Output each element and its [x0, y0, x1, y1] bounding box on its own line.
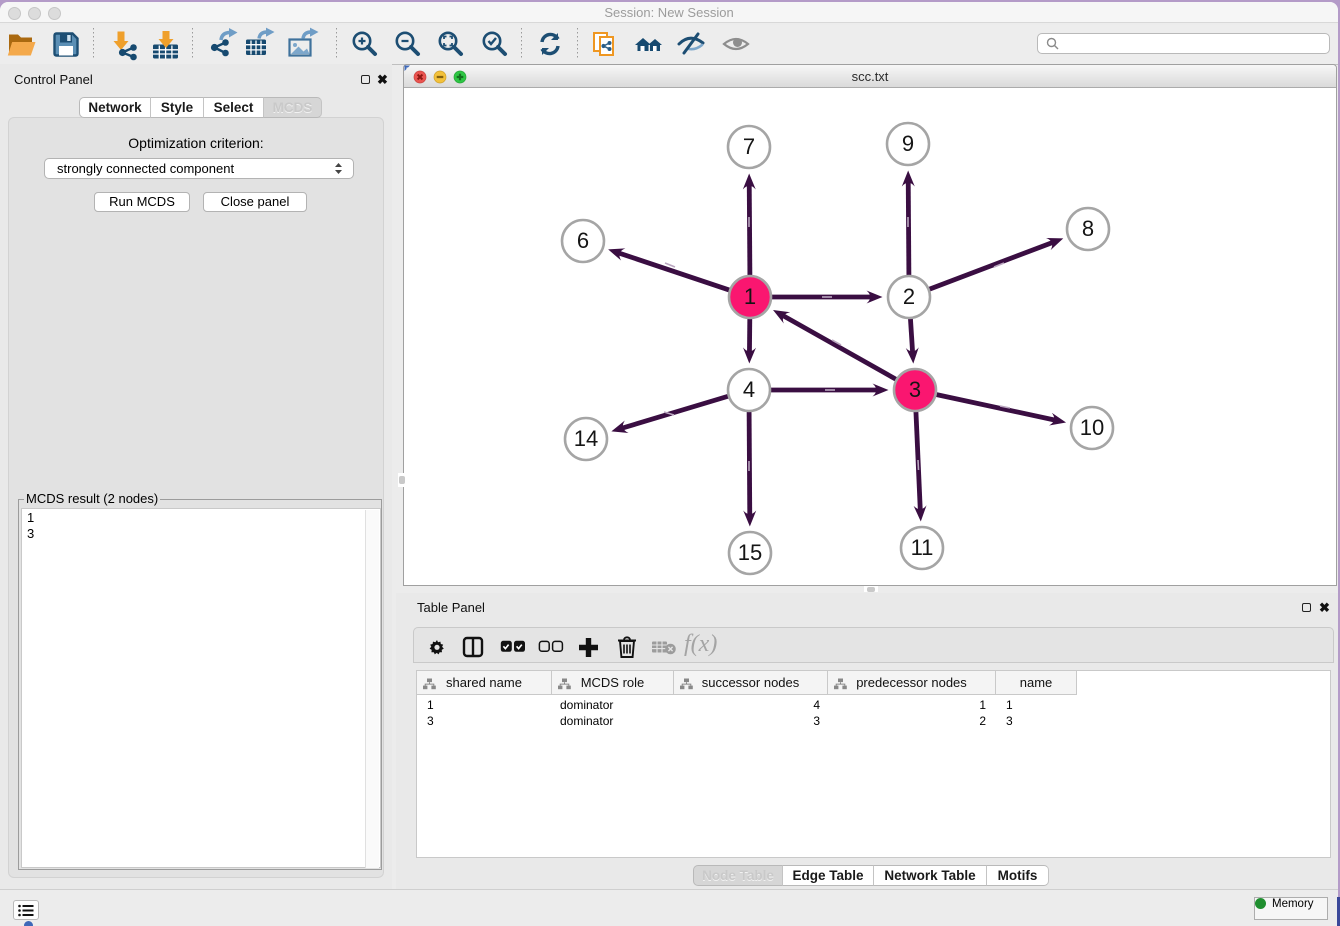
- svg-text:3: 3: [909, 377, 921, 402]
- svg-text:9: 9: [902, 131, 914, 156]
- svg-text:4: 4: [743, 377, 755, 402]
- svg-text:1: 1: [744, 284, 756, 309]
- svg-text:10: 10: [1080, 415, 1104, 440]
- svg-text:7: 7: [743, 134, 755, 159]
- svg-text:8: 8: [1082, 216, 1094, 241]
- svg-text:2: 2: [903, 284, 915, 309]
- svg-text:11: 11: [911, 535, 934, 560]
- svg-text:14: 14: [574, 426, 598, 451]
- svg-text:15: 15: [738, 540, 762, 565]
- svg-text:6: 6: [577, 228, 589, 253]
